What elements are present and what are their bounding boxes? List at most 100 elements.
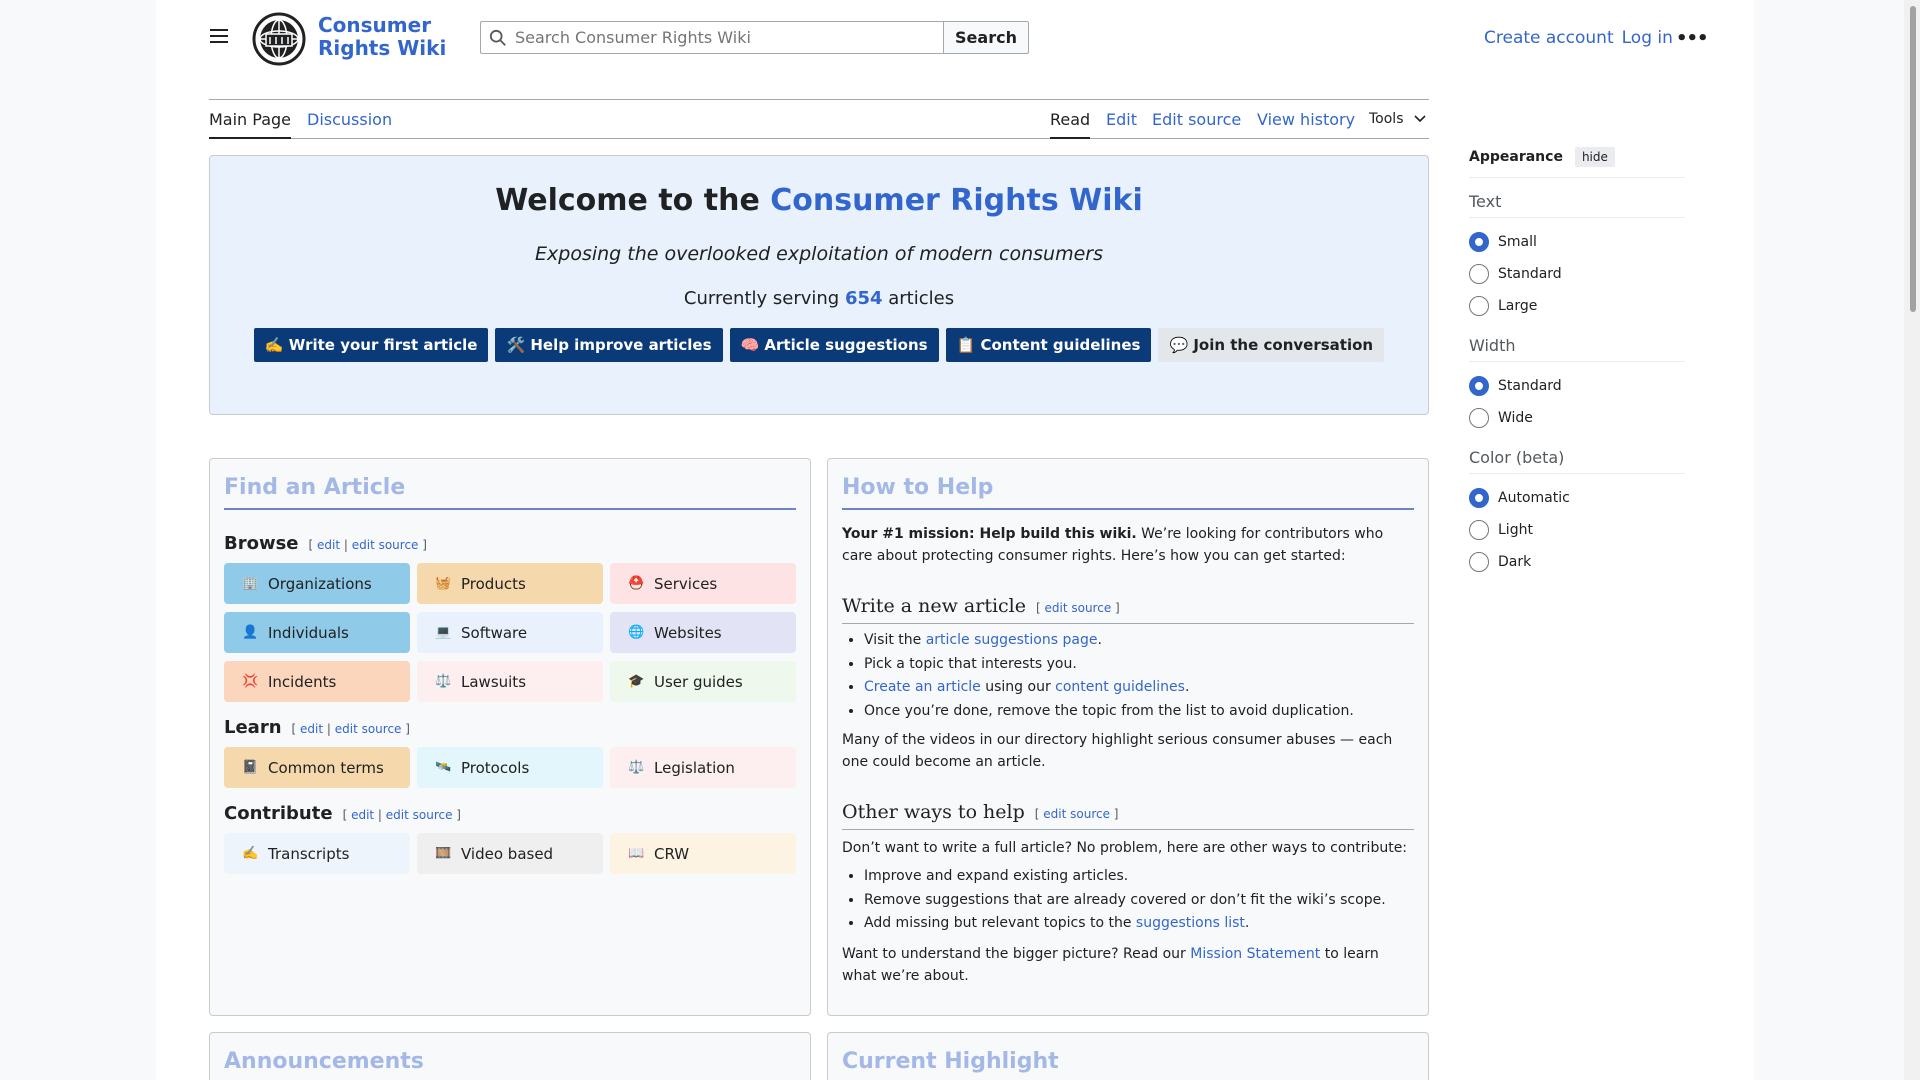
join-conversation-button[interactable]: 💬 Join the conversation	[1158, 328, 1385, 362]
radio-selected-icon[interactable]	[1469, 488, 1489, 508]
radio-icon[interactable]	[1469, 264, 1489, 284]
current-highlight-title: Current Highlight	[842, 1049, 1059, 1074]
announcements-card: Announcements	[209, 1032, 811, 1080]
welcome-banner: Welcome to the Consumer Rights Wiki Expo…	[209, 155, 1429, 415]
search-field[interactable]	[480, 21, 943, 54]
tile-label: Services	[654, 574, 718, 593]
main-menu-button[interactable]	[206, 26, 232, 50]
tile-protocols[interactable]: 🛰️ Protocols	[417, 747, 603, 788]
tile-label: Video based	[461, 844, 554, 863]
tile-icon: 💢	[242, 674, 259, 689]
radio-width-standard[interactable]: Standard	[1469, 370, 1685, 402]
tile-organizations[interactable]: 🏢 Organizations	[224, 563, 410, 604]
find-article-title: Find an Article	[224, 475, 796, 510]
tile-label: Transcripts	[268, 844, 350, 863]
tile-label: CRW	[654, 844, 690, 863]
radio-width-wide[interactable]: Wide	[1469, 402, 1685, 434]
tile-products[interactable]: 🧺 Products	[417, 563, 603, 604]
edit-link[interactable]: edit	[317, 538, 340, 552]
list-item: Pick a topic that interests you.	[864, 653, 1414, 677]
radio-color-automatic[interactable]: Automatic	[1469, 482, 1685, 514]
radio-selected-icon[interactable]	[1469, 376, 1489, 396]
tab-discussion[interactable]: Discussion	[307, 110, 392, 137]
radio-icon[interactable]	[1469, 520, 1489, 540]
edit-source-link[interactable]: edit source	[386, 808, 453, 822]
text-size-title: Text	[1469, 192, 1685, 218]
scrollbar-thumb[interactable]	[1910, 6, 1916, 312]
width-title: Width	[1469, 336, 1685, 362]
tile-label: Websites	[654, 623, 722, 642]
radio-color-light[interactable]: Light	[1469, 514, 1685, 546]
create-account-link[interactable]: Create account	[1484, 28, 1614, 48]
tile-icon: 💻	[435, 625, 452, 640]
content-guidelines-link[interactable]: content guidelines	[1055, 679, 1185, 695]
tile-icon: 🛰️	[435, 760, 452, 775]
list-item: Visit the article suggestions page.	[864, 629, 1414, 653]
tab-main-page[interactable]: Main Page	[209, 110, 292, 139]
content-guidelines-button[interactable]: 📋 Content guidelines	[945, 328, 1152, 362]
radio-text-standard[interactable]: Standard	[1469, 258, 1685, 290]
edit-source-link[interactable]: edit source	[1045, 601, 1112, 615]
appearance-header: Appearance hide	[1469, 145, 1685, 178]
radio-icon[interactable]	[1469, 552, 1489, 572]
write-article-heading: Write a new article[ edit source ]	[842, 595, 1414, 624]
create-article-link[interactable]: Create an article	[864, 679, 981, 695]
tab-edit-source[interactable]: Edit source	[1152, 110, 1241, 137]
tile-crw[interactable]: 📖 CRW	[610, 833, 796, 874]
tile-legislation[interactable]: ⚖️ Legislation	[610, 747, 796, 788]
article-count: 654	[844, 288, 883, 309]
search-input[interactable]	[515, 28, 935, 47]
edit-source-link[interactable]: edit source	[352, 538, 419, 552]
hamburger-icon	[210, 29, 228, 31]
edit-link[interactable]: edit	[300, 722, 323, 736]
edit-source-link[interactable]: edit source	[1043, 807, 1110, 821]
radio-text-large[interactable]: Large	[1469, 290, 1685, 322]
edit-source-link[interactable]: edit source	[335, 722, 402, 736]
other-ways-list: Improve and expand existing articles. Re…	[864, 865, 1414, 936]
list-item: Create an article using our content guid…	[864, 676, 1414, 700]
radio-color-dark[interactable]: Dark	[1469, 546, 1685, 578]
search-button[interactable]: Search	[943, 21, 1029, 54]
tab-view-history[interactable]: View history	[1257, 110, 1355, 137]
help-improve-articles-button[interactable]: 🛠️ Help improve articles	[495, 328, 723, 362]
tile-label: Products	[461, 574, 526, 593]
wiki-logo-icon[interactable]	[252, 12, 306, 66]
announcements-title: Announcements	[224, 1049, 424, 1074]
tab-read[interactable]: Read	[1050, 110, 1091, 139]
search-form: Search	[480, 21, 1029, 54]
appearance-panel: Appearance hide Text Small Standard Larg…	[1469, 145, 1685, 578]
log-in-link[interactable]: Log in	[1622, 28, 1673, 48]
wiki-wordmark[interactable]: Consumer Rights Wiki	[318, 14, 490, 60]
article-suggestions-link[interactable]: article suggestions page	[926, 632, 1098, 648]
write-first-article-button[interactable]: ✍️ Write your first article	[253, 328, 489, 362]
list-item: Improve and expand existing articles.	[864, 865, 1414, 889]
tile-websites[interactable]: 🌐 Websites	[610, 612, 796, 653]
welcome-title-link[interactable]: Consumer Rights Wiki	[770, 183, 1143, 218]
other-ways-heading: Other ways to help[ edit source ]	[842, 801, 1414, 830]
tools-menu[interactable]: Tools	[1369, 111, 1426, 135]
tile-common-terms[interactable]: 📓 Common terms	[224, 747, 410, 788]
radio-icon[interactable]	[1469, 408, 1489, 428]
tile-individuals[interactable]: 👤 Individuals	[224, 612, 410, 653]
mission-statement-link[interactable]: Mission Statement	[1190, 946, 1320, 962]
tile-software[interactable]: 💻 Software	[417, 612, 603, 653]
tab-edit[interactable]: Edit	[1106, 110, 1137, 137]
suggestions-list-link[interactable]: suggestions list	[1136, 915, 1245, 931]
radio-selected-icon[interactable]	[1469, 232, 1489, 252]
appearance-hide-button[interactable]: hide	[1574, 147, 1615, 167]
article-count-line: Currently serving 654 articles	[683, 288, 955, 309]
tile-transcripts[interactable]: ✍️ Transcripts	[224, 833, 410, 874]
tile-services[interactable]: ⛑️ Services	[610, 563, 796, 604]
radio-text-small[interactable]: Small	[1469, 226, 1685, 258]
article-suggestions-button[interactable]: 🧠 Article suggestions	[729, 328, 939, 362]
current-highlight-card: Current Highlight	[827, 1032, 1429, 1080]
tile-user-guides[interactable]: 🎓 User guides	[610, 661, 796, 702]
radio-icon[interactable]	[1469, 296, 1489, 316]
page-tabs: Main Page Discussion Read Edit Edit sour…	[209, 99, 1429, 139]
tile-lawsuits[interactable]: ⚖️ Lawsuits	[417, 661, 603, 702]
more-options-icon[interactable]: •••	[1676, 28, 1709, 49]
search-icon	[489, 29, 506, 46]
tile-video-based[interactable]: 🎞️ Video based	[417, 833, 603, 874]
tile-incidents[interactable]: 💢 Incidents	[224, 661, 410, 702]
edit-link[interactable]: edit	[351, 808, 374, 822]
